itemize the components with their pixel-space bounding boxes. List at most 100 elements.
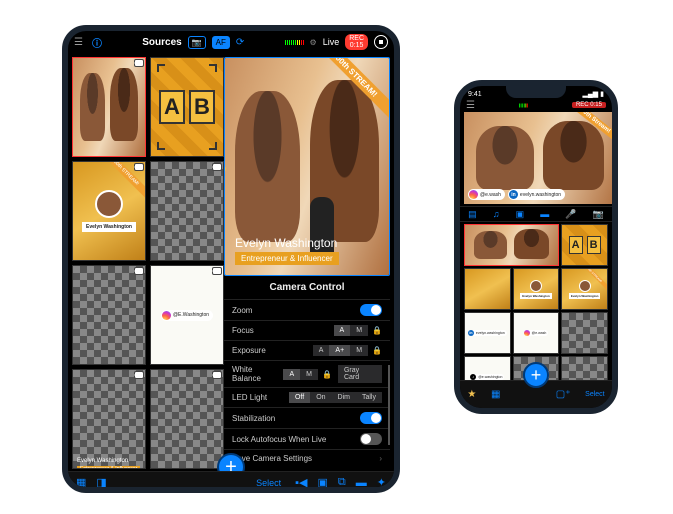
thumb-empty-4[interactable] — [150, 161, 224, 261]
star-icon[interactable]: ★ — [467, 389, 476, 400]
crop-icon[interactable]: ⧉ — [338, 476, 346, 489]
live-badge-icon — [135, 164, 143, 170]
row-focus[interactable]: Focus A M 🔒 — [224, 320, 390, 340]
effects-icon[interactable]: ✦ — [377, 476, 386, 489]
avatar — [579, 280, 591, 292]
thumb-empty-5[interactable] — [72, 265, 146, 365]
thumb-social-ig[interactable]: @E.Washington — [150, 265, 224, 365]
phone-add-button[interactable]: + — [523, 362, 549, 388]
p-thumb-banner-card[interactable]: 100th STREAM! Evelyn Washington — [561, 268, 608, 310]
gray-card-button[interactable]: Gray Card — [338, 365, 382, 383]
lock-icon[interactable]: 🔒 — [372, 346, 382, 355]
phone-toolbar: ▤ ♫ ▣ ▬ 🎤 📷 — [460, 206, 612, 222]
tablet-topbar: ☰ ⓘ Sources 📷 AF ⟳ ⚙ Live REC 0:15 — [68, 31, 394, 53]
thumb-ab-title[interactable]: A B — [150, 57, 224, 157]
p-thumb-guest-card[interactable]: Evelyn Washington — [513, 268, 560, 310]
stop-button[interactable] — [374, 35, 388, 49]
layout-grid-icon[interactable]: ▦ — [76, 476, 86, 489]
li-pill: evelyn.washington — [468, 330, 507, 336]
row-led-light[interactable]: LED Light Off On Dim Tally — [224, 387, 390, 407]
phone-rec-bar: ☰ REC 0:15 — [460, 100, 612, 110]
ab-letter-a: A — [569, 236, 583, 254]
lower-third-role: Entrepreneur & Influencer — [77, 466, 140, 469]
vu-meter — [519, 103, 528, 107]
row-lock-af[interactable]: Lock Autofocus When Live — [224, 428, 390, 449]
status-time: 9:41 — [468, 91, 482, 98]
row-save-settings[interactable]: Save Camera Settings › — [224, 449, 390, 467]
row-exposure[interactable]: Exposure A A+ M 🔒 — [224, 340, 390, 360]
focus-seg[interactable]: A M — [334, 325, 369, 336]
lock-af-toggle[interactable] — [360, 433, 382, 445]
lock-icon[interactable]: 🔒 — [372, 326, 382, 335]
camera-control-header: Camera Control — [224, 276, 390, 299]
thumbnail-grid: A B 100th STREAM! Evelyn Washington — [68, 53, 224, 471]
avatar — [95, 190, 123, 218]
sources-label: Sources — [142, 37, 181, 48]
led-seg[interactable]: Off On Dim Tally — [289, 392, 382, 403]
audio-icon[interactable]: ♫ — [493, 209, 500, 219]
af-chip[interactable]: AF — [212, 36, 230, 49]
ig-handle-pill: @E.Washington — [161, 310, 213, 321]
live-label: Live — [323, 37, 340, 47]
thumb-lower-third[interactable]: Evelyn Washington Entrepreneur & Influen… — [72, 369, 146, 469]
tablet-bottom-bar: ▦ ◨ Select ▪◀ ▣ ⧉ ▬ ✦ — [68, 471, 394, 493]
phone-notch — [506, 86, 566, 98]
pip-icon[interactable]: ▣ — [516, 209, 525, 220]
rec-button[interactable]: REC 0:15 — [345, 34, 368, 50]
p-thumb-ab[interactable]: A B — [561, 224, 608, 266]
p-thumb-gold-bg[interactable] — [464, 268, 511, 310]
thumb-camera-live[interactable] — [72, 57, 146, 157]
p-thumb-camera[interactable] — [464, 224, 559, 266]
info-icon[interactable]: ⓘ — [92, 35, 102, 50]
rec-indicator[interactable]: REC 0:15 — [572, 102, 606, 108]
audio-settings-icon[interactable]: ⚙ — [310, 38, 317, 47]
p-thumb-ig[interactable]: @e.wash — [513, 312, 560, 354]
ab-letter-b: B — [587, 236, 601, 254]
p-thumb-li[interactable]: evelyn.washington — [464, 312, 511, 354]
camera-icon[interactable]: ▪◀ — [295, 476, 307, 489]
rotate-icon[interactable]: ⟳ — [236, 37, 244, 48]
live-badge-icon — [135, 372, 143, 378]
preview-lower-third: Evelyn Washington Entrepreneur & Influen… — [235, 236, 339, 265]
camera-chip[interactable]: 📷 — [188, 36, 206, 49]
lower-third-name: Evelyn Washington — [77, 458, 128, 464]
preview-pane[interactable]: 100th STREAM! Evelyn Washington Entrepre… — [224, 57, 390, 276]
chevron-right-icon: › — [379, 454, 382, 463]
layers-icon[interactable]: ▤ — [468, 209, 477, 220]
row-stabilization[interactable]: Stabilization — [224, 407, 390, 428]
live-badge-icon — [213, 268, 221, 274]
tablet-device: ☰ ⓘ Sources 📷 AF ⟳ ⚙ Live REC 0:15 — [62, 25, 400, 493]
phone-live-preview[interactable]: 100th Stream! @e.wash evelyn.washington — [464, 112, 616, 204]
thumb-empty-8[interactable] — [150, 369, 224, 469]
live-badge-icon — [135, 268, 143, 274]
grid-icon[interactable]: ▦ — [491, 389, 500, 400]
row-zoom[interactable]: Zoom — [224, 299, 390, 320]
live-badge-icon — [135, 60, 143, 66]
phone-device: 9:41 ▂▄▆ ▮ ☰ REC 0:15 100th Stream! @e.w… — [454, 80, 618, 414]
exposure-seg[interactable]: A A+ M — [313, 345, 368, 356]
select-button[interactable]: Select — [585, 391, 604, 398]
camera-icon[interactable]: 📷 — [593, 209, 604, 220]
select-button[interactable]: Select — [256, 478, 281, 488]
p-thumb-empty[interactable] — [561, 312, 608, 354]
preview-controls-pane: 100th STREAM! Evelyn Washington Entrepre… — [224, 53, 394, 471]
pip-icon[interactable]: ▣ — [318, 476, 328, 489]
live-badge-icon — [213, 372, 221, 378]
menu-icon[interactable]: ☰ — [466, 100, 475, 111]
mic-icon[interactable]: 🎤 — [565, 209, 576, 220]
guest-name-pill: Evelyn Washington — [520, 293, 552, 299]
menu-icon[interactable]: ☰ — [74, 37, 86, 48]
transition-icon[interactable]: ▬ — [540, 209, 549, 219]
wb-seg[interactable]: A M — [283, 369, 318, 380]
vu-meter — [285, 40, 304, 45]
scroll-indicator[interactable] — [388, 365, 390, 445]
layout-split-icon[interactable]: ◨ — [96, 476, 106, 489]
stabilization-toggle[interactable] — [360, 412, 382, 424]
zoom-toggle[interactable] — [360, 304, 382, 316]
transition-icon[interactable]: ▬ — [356, 477, 367, 489]
row-white-balance[interactable]: White Balance A M 🔒 Gray Card — [224, 360, 390, 387]
camera-controls: Zoom Focus A M 🔒 Exposure — [224, 299, 390, 467]
record-mode-icon[interactable]: ▢⁺ — [556, 389, 571, 400]
lock-icon[interactable]: 🔒 — [322, 370, 332, 379]
thumb-guest-card[interactable]: 100th STREAM! Evelyn Washington — [72, 161, 146, 261]
